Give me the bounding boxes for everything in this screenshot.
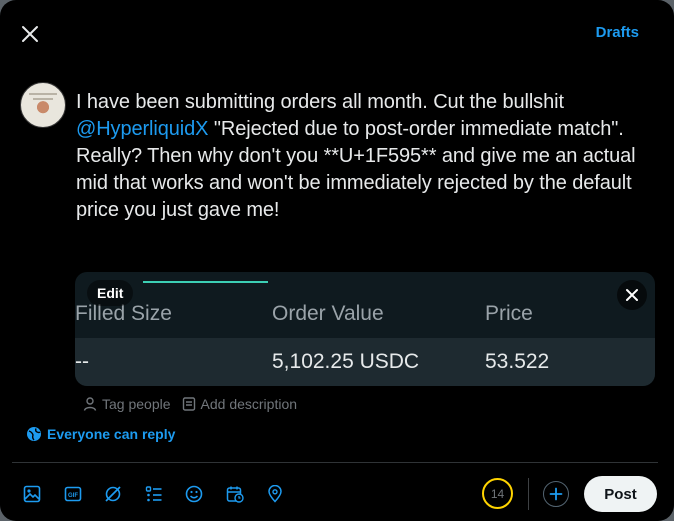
schedule-button[interactable]: [225, 484, 245, 504]
cell-order-value: 5,102.25 USDC: [272, 350, 420, 373]
add-description-label: Add description: [200, 396, 298, 412]
gif-icon: GIF: [64, 486, 81, 502]
table-row: -- 5,102.25 USDC 53.522: [75, 338, 655, 386]
media-meta-row: Tag people Add description: [82, 396, 307, 412]
attached-image: Filled Size Order Value Price -- 5,102.2…: [75, 272, 655, 386]
column-header-price: Price: [485, 302, 533, 325]
tweet-text-editor[interactable]: I have been submitting orders all month.…: [76, 89, 661, 224]
grok-icon: [105, 486, 121, 502]
plus-icon: [549, 487, 563, 501]
svg-text:GIF: GIF: [68, 493, 78, 499]
add-description-button[interactable]: Add description: [181, 396, 298, 412]
column-header-filled-size: Filled Size: [75, 302, 172, 325]
table-header-row: Filled Size Order Value Price: [75, 288, 655, 336]
add-gif-button[interactable]: GIF: [63, 484, 83, 504]
edit-media-button[interactable]: Edit: [87, 280, 134, 306]
cell-filled-size: --: [75, 350, 89, 373]
tweet-text-before: I have been submitting orders all month.…: [76, 91, 564, 113]
poll-icon: [145, 486, 161, 502]
tab-underline: [143, 281, 268, 283]
column-header-order-value: Order Value: [272, 302, 384, 325]
image-icon: [23, 485, 41, 503]
divider: [12, 462, 658, 463]
schedule-icon: [226, 486, 244, 503]
close-icon: [626, 289, 638, 301]
close-button[interactable]: [14, 18, 46, 50]
grok-button[interactable]: [103, 484, 123, 504]
location-icon: [268, 485, 282, 503]
drafts-link[interactable]: Drafts: [596, 24, 639, 41]
tag-people-button[interactable]: Tag people: [82, 396, 171, 412]
remove-media-button[interactable]: [617, 280, 647, 310]
reply-setting-button[interactable]: Everyone can reply: [26, 426, 175, 442]
add-location-button[interactable]: [265, 484, 285, 504]
emoji-icon: [185, 485, 203, 503]
mention-link[interactable]: @HyperliquidX: [76, 118, 209, 140]
toolbar-separator: [528, 478, 529, 510]
reply-setting-label: Everyone can reply: [47, 426, 176, 442]
tag-people-label: Tag people: [102, 396, 171, 412]
add-image-button[interactable]: [22, 484, 42, 504]
close-icon: [22, 26, 38, 42]
add-post-button[interactable]: [543, 481, 569, 507]
add-poll-button[interactable]: [144, 484, 164, 504]
avatar[interactable]: [20, 82, 66, 128]
cell-price: 53.522: [485, 350, 550, 373]
add-emoji-button[interactable]: [184, 484, 204, 504]
compose-toolbar: GIF: [22, 484, 306, 504]
post-button[interactable]: Post: [584, 476, 657, 512]
character-counter: 14: [482, 478, 513, 509]
description-icon: [182, 397, 195, 411]
person-icon: [83, 397, 97, 411]
compose-modal: Drafts I have been submitting orders all…: [0, 0, 674, 521]
globe-icon: [27, 427, 41, 441]
